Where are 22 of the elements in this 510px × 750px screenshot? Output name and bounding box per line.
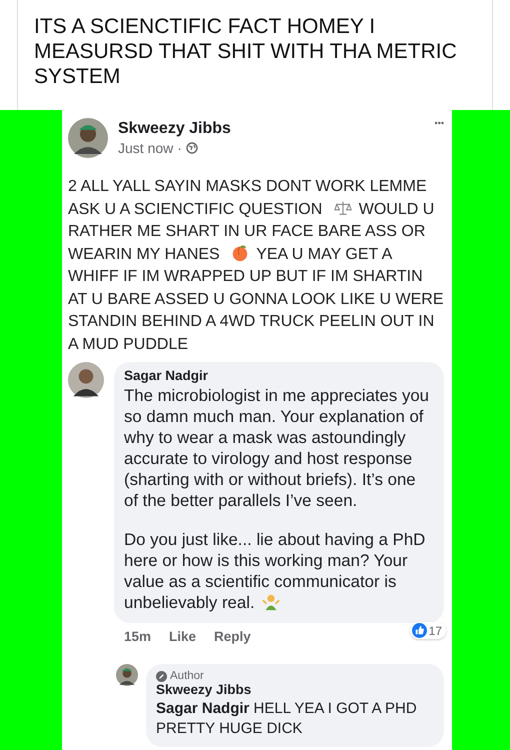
comment-text: Do you just like... lie about having a PhD here or how is this working man? Your value as a scientific communicator is unbelievably real. xyxy=(124,529,426,613)
scales-icon xyxy=(332,198,353,216)
commenter-name[interactable]: Skweezy Jibbs xyxy=(156,682,432,697)
avatar[interactable] xyxy=(116,664,138,686)
comment-action[interactable]: Reply xyxy=(214,629,251,644)
author-name[interactable]: Skweezy Jibbs xyxy=(118,120,425,138)
post-text: 2 ALL YALL SAYIN MASKS DONT WORK LEMME ASK U A SCIENCTIFIC QUESTION WOULD U RATHER ME SHART IN UR FACE BARE ASS OR WEARIN MY HANES YEA U MAY GET A WHIFF IF IM WRAPPED UP BUT IF IM SHARTIN AT U BARE ASSED U GONNA LOOK LIKE U WERE STANDIN BEHIND A 4WD TRUCK PEELIN OUT IN A MUD PUDDLE xyxy=(68,177,444,354)
pencil-icon xyxy=(156,670,167,682)
post-time[interactable]: Just now xyxy=(118,140,174,156)
comment-action[interactable]: Like xyxy=(169,629,196,644)
reaction-badge[interactable]: 17 xyxy=(410,622,446,639)
reply-text: Sagar Nadgir HELL YEA I GOT A PHD PRETTY HUGE DICK xyxy=(156,699,418,739)
avatar[interactable] xyxy=(68,118,108,158)
caption-text: ITS A SCIENCTIFIC FACT HOMEY I MEASURSD THAT SHIT WITH THA METRIC SYSTEM xyxy=(34,14,458,89)
author-label: Author xyxy=(170,670,204,682)
comment-time: 15m xyxy=(124,629,152,644)
separator: · xyxy=(177,140,182,156)
more-options-button[interactable]: ••• xyxy=(434,118,444,128)
avatar[interactable] xyxy=(68,362,104,398)
thumbs-up-icon xyxy=(412,623,427,638)
commenter-name[interactable]: Sagar Nadgir xyxy=(124,368,432,383)
comment-text: The microbiologist in me appreciates you so damn much man. Your explanation of why to wear a mask was astoundingly accurate to virology and host response (sharting with or without briefs). It’s one of the better parallels I’ve seen. xyxy=(124,385,430,511)
